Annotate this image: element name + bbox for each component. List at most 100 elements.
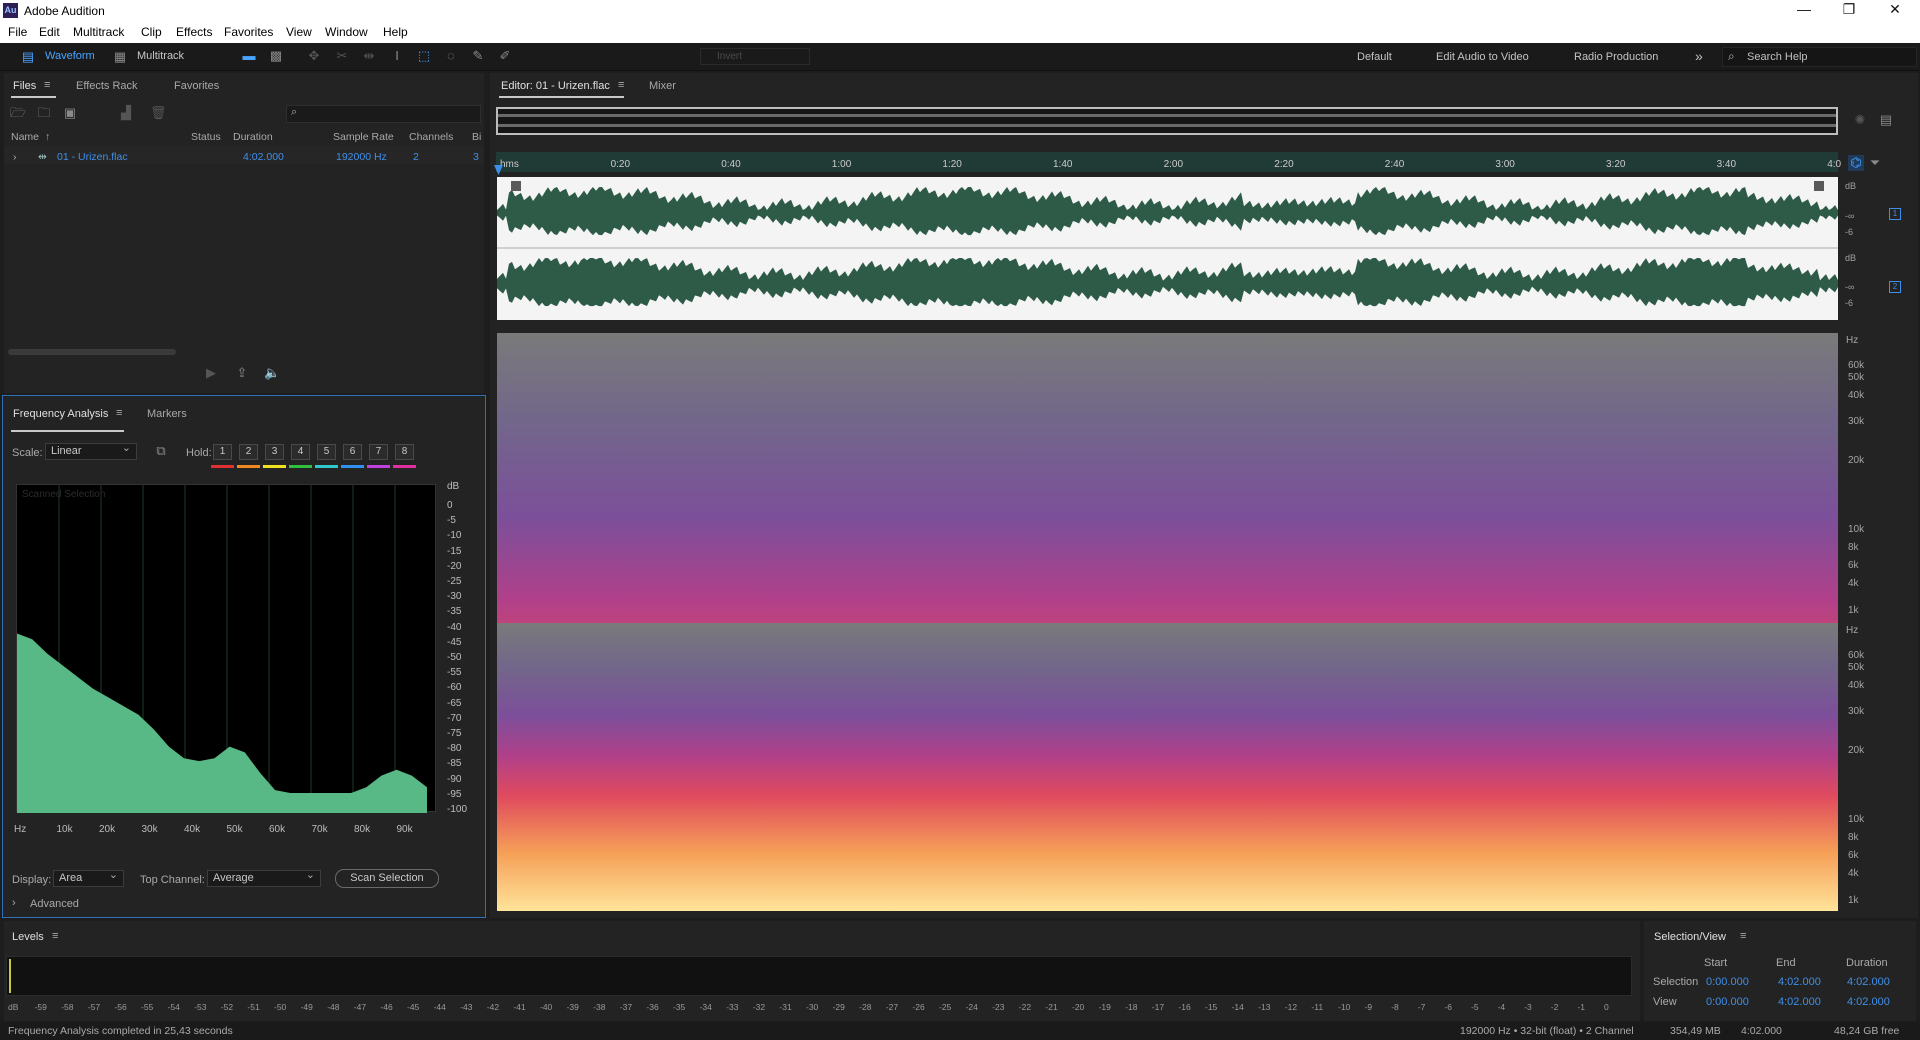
tab-mixer[interactable]: Mixer <box>649 80 676 92</box>
channel-2-toggle[interactable]: 2 <box>1889 281 1901 293</box>
menu-multitrack[interactable]: Multitrack <box>73 25 124 39</box>
razor-tool-icon[interactable]: ✂ <box>334 48 350 64</box>
column-channels[interactable]: Channels <box>409 131 453 143</box>
slip-tool-icon[interactable]: ⇹ <box>361 48 377 64</box>
hold-button-2[interactable]: 2 <box>239 444 258 460</box>
autoplay-speaker-icon[interactable]: 🔈 <box>264 365 280 381</box>
show-waveform-icon[interactable]: ▬ <box>241 48 257 64</box>
advanced-toggle[interactable]: Advanced <box>30 898 79 910</box>
column-status[interactable]: Status <box>191 131 221 143</box>
workspace-radio-production[interactable]: Radio Production <box>1574 51 1658 63</box>
fade-out-handle[interactable] <box>1814 181 1824 191</box>
level-tick: -16 <box>1178 1002 1191 1012</box>
zoom-settings-icon[interactable]: ✺ <box>1852 112 1868 128</box>
show-spectral-icon[interactable]: ▩ <box>268 48 284 64</box>
top-channel-select[interactable]: Average <box>207 868 321 887</box>
status-bar: Frequency Analysis completed in 25,43 se… <box>0 1022 1920 1040</box>
tab-markers[interactable]: Markers <box>147 408 187 420</box>
files-menu-icon[interactable]: ≡ <box>44 79 50 91</box>
menu-edit[interactable]: Edit <box>39 25 60 39</box>
level-tick: -4 <box>1497 1002 1506 1012</box>
scan-selection-button[interactable]: Scan Selection <box>335 869 439 888</box>
tab-editor[interactable]: Editor: 01 - Urizen.flac <box>501 80 610 92</box>
view-start[interactable]: 0:00.000 <box>1706 996 1749 1008</box>
menu-favorites[interactable]: Favorites <box>224 25 273 39</box>
open-file-icon[interactable]: 🗁 <box>10 105 26 121</box>
invert-button[interactable]: Invert <box>700 48 810 65</box>
hold-button-3[interactable]: 3 <box>265 444 284 460</box>
file-name[interactable]: 01 - Urizen.flac <box>57 151 128 163</box>
capture-icon[interactable]: ⧉ <box>153 443 169 459</box>
hold-button-7[interactable]: 7 <box>369 444 388 460</box>
workspace-edit-audio-to-video[interactable]: Edit Audio to Video <box>1436 51 1529 63</box>
files-search-input[interactable]: ⌕ <box>286 105 481 123</box>
view-duration[interactable]: 4:02.000 <box>1847 996 1890 1008</box>
new-file-icon[interactable]: ▣ <box>62 105 78 121</box>
db-tick: -35 <box>447 606 462 618</box>
column-duration[interactable]: Duration <box>233 131 273 143</box>
marquee-tool-icon[interactable]: ⬚ <box>416 48 432 64</box>
minimize-button[interactable]: — <box>1781 1 1827 17</box>
channel-1-toggle[interactable]: 1 <box>1889 208 1901 220</box>
menu-clip[interactable]: Clip <box>141 25 162 39</box>
spectral-channel-2[interactable] <box>497 623 1838 911</box>
hz-tick: 8k <box>1848 542 1859 553</box>
import-file-icon[interactable]: 🗀 <box>36 105 52 121</box>
marker-pin-icon[interactable]: ⏷ <box>1867 155 1883 171</box>
snap-icon[interactable]: ⌬ <box>1848 155 1864 171</box>
fade-in-handle[interactable] <box>511 181 521 191</box>
lasso-tool-icon[interactable]: ◌ <box>443 48 459 64</box>
hold-button-8[interactable]: 8 <box>395 444 414 460</box>
overview-waveform[interactable] <box>496 107 1838 135</box>
maximize-button[interactable]: ❐ <box>1826 1 1872 18</box>
files-scrollbar[interactable] <box>8 349 176 355</box>
hold-button-5[interactable]: 5 <box>317 444 336 460</box>
hold-button-1[interactable]: 1 <box>213 444 232 460</box>
column-sample-rate[interactable]: Sample Rate <box>333 131 394 143</box>
advanced-chevron-icon[interactable]: › <box>12 897 16 909</box>
hold-button-4[interactable]: 4 <box>291 444 310 460</box>
waveform-display[interactable] <box>497 177 1838 320</box>
multitrack-button[interactable]: Multitrack <box>137 48 184 65</box>
waveform-button[interactable]: Waveform <box>45 48 95 65</box>
spot-healing-icon[interactable]: ✐ <box>497 48 513 64</box>
scale-select[interactable]: Linear <box>45 441 137 460</box>
editor-menu-icon[interactable]: ≡ <box>618 79 624 91</box>
menu-file[interactable]: File <box>8 25 27 39</box>
levels-menu-icon[interactable]: ≡ <box>52 930 58 942</box>
level-tick: -37 <box>619 1002 633 1012</box>
search-help-input[interactable]: Search Help <box>1722 47 1917 67</box>
selection-end[interactable]: 4:02.000 <box>1778 976 1821 988</box>
delete-icon[interactable]: 🗑 <box>150 105 167 121</box>
tab-files[interactable]: Files <box>13 80 36 92</box>
tab-underline <box>499 96 624 98</box>
column-bits[interactable]: Bi <box>472 131 481 143</box>
time-selection-tool-icon[interactable]: I <box>389 48 405 64</box>
menu-view[interactable]: View <box>286 25 312 39</box>
brush-tool-icon[interactable]: ✎ <box>470 48 486 64</box>
menu-window[interactable]: Window <box>325 25 368 39</box>
freq-menu-icon[interactable]: ≡ <box>116 407 122 419</box>
menu-help[interactable]: Help <box>383 25 408 39</box>
loop-icon[interactable]: ⇪ <box>234 365 250 381</box>
tab-favorites[interactable]: Favorites <box>174 80 219 92</box>
hold-button-6[interactable]: 6 <box>343 444 362 460</box>
column-name[interactable]: Name <box>11 131 39 143</box>
selection-view-menu-icon[interactable]: ≡ <box>1740 930 1746 942</box>
tab-effects-rack[interactable]: Effects Rack <box>76 80 138 92</box>
play-icon[interactable]: ▶ <box>203 365 219 381</box>
more-workspaces-button[interactable]: » <box>1695 48 1703 64</box>
move-tool-icon[interactable]: ✥ <box>306 48 322 64</box>
ruler-label: 2:20 <box>1274 159 1294 170</box>
expand-chevron-icon[interactable]: › <box>13 151 17 163</box>
insert-multitrack-icon[interactable]: ▟ <box>118 105 134 121</box>
workspace-default[interactable]: Default <box>1357 51 1392 63</box>
close-button[interactable]: ✕ <box>1872 1 1918 18</box>
menu-effects[interactable]: Effects <box>176 25 212 39</box>
view-end[interactable]: 4:02.000 <box>1778 996 1821 1008</box>
display-select[interactable]: Area <box>53 868 124 887</box>
editor-options-icon[interactable]: ▤ <box>1878 112 1894 128</box>
selection-start[interactable]: 0:00.000 <box>1706 976 1749 988</box>
tab-frequency-analysis[interactable]: Frequency Analysis <box>13 408 108 420</box>
selection-duration[interactable]: 4:02.000 <box>1847 976 1890 988</box>
